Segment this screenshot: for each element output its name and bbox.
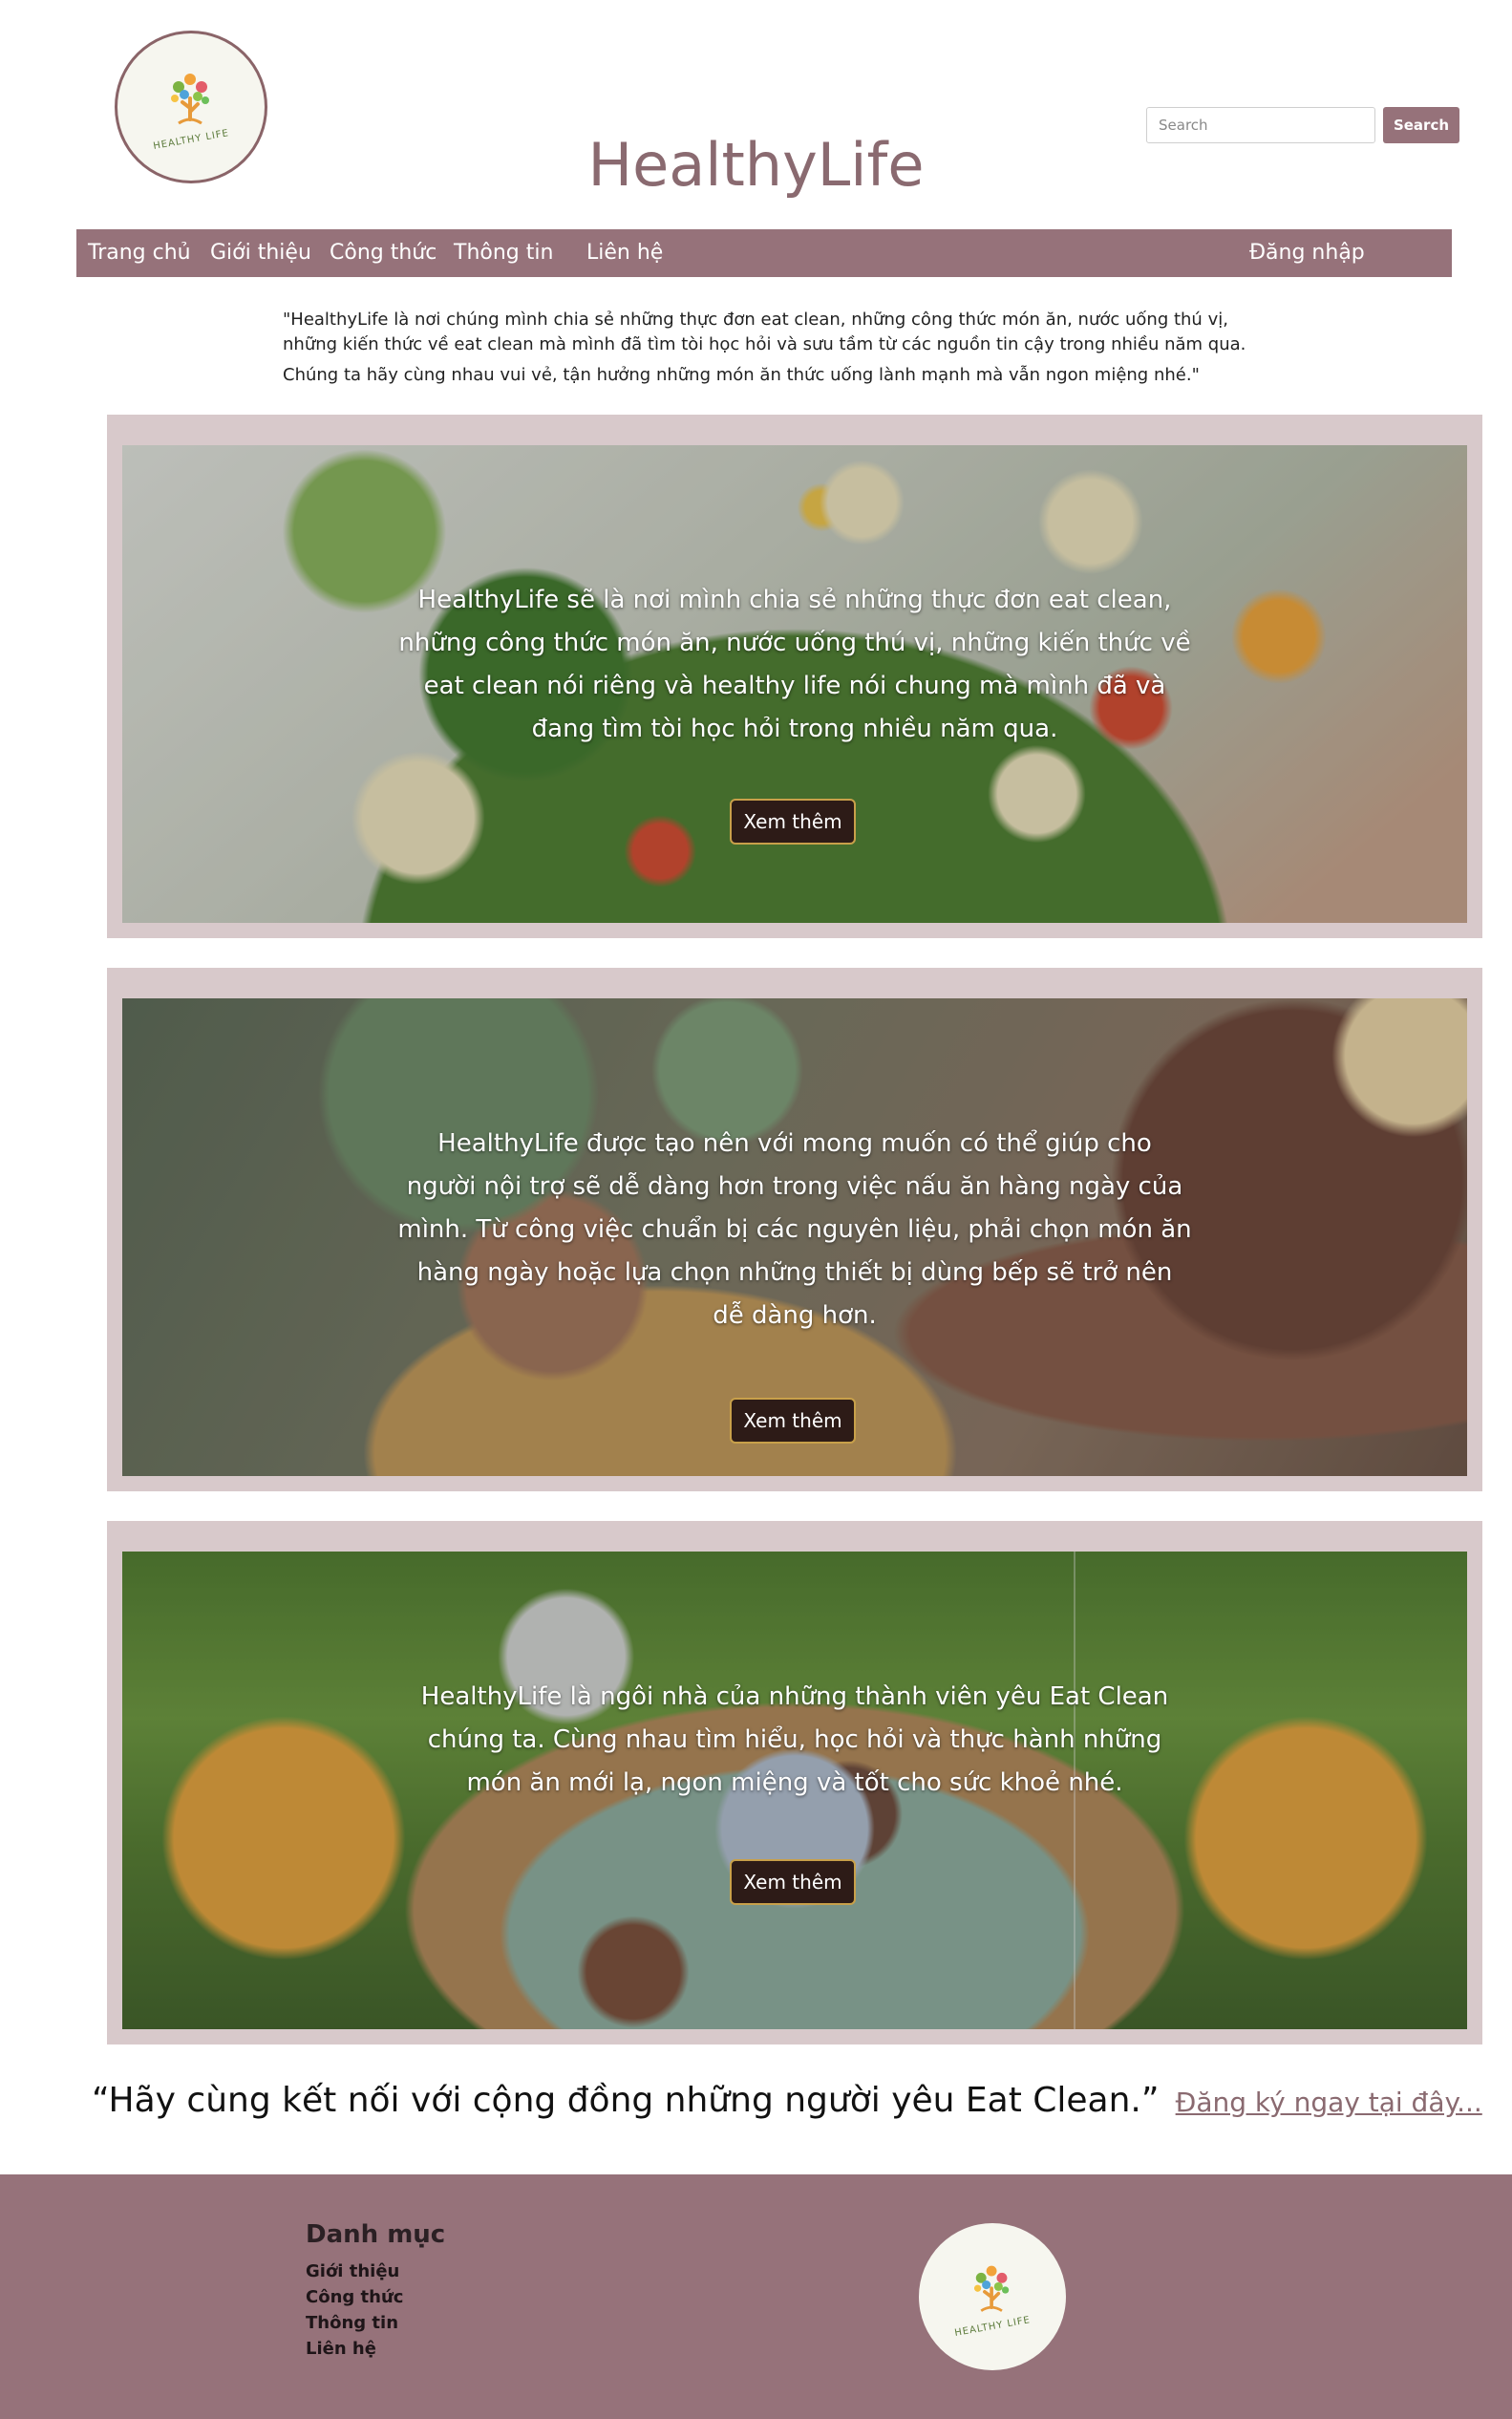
feature-card-3: HealthyLife là ngôi nhà của những thành … — [107, 1521, 1482, 2044]
footer-logo-text: HEALTHY LIFE — [953, 2314, 1032, 2339]
card-3-text: HealthyLife là ngôi nhà của những thành … — [122, 1676, 1467, 1805]
salad-photo-panel: HealthyLife sẽ là nơi mình chia sẻ những… — [122, 445, 1467, 923]
card-text-line: món ăn mới lạ, ngon miệng và tốt cho sức… — [466, 1768, 1123, 1797]
card-text-line: HealthyLife sẽ là nơi mình chia sẻ những… — [417, 586, 1172, 614]
card-text-line: hàng ngày hoặc lựa chọn những thiết bị d… — [416, 1258, 1173, 1287]
feature-card-2: HealthyLife được tạo nên với mong muốn c… — [107, 968, 1482, 1491]
intro-line: "HealthyLife là nơi chúng mình chia sẻ n… — [283, 310, 1228, 330]
card-text-line: dễ dàng hơn. — [713, 1301, 877, 1330]
card-text-line: đang tìm tòi học hỏi trong nhiều năm qua… — [531, 715, 1058, 743]
card-text-line: eat clean nói riêng và healthy life nói … — [423, 672, 1166, 700]
footer-links: Giới thiệu Công thức Thông tin Liên hệ — [306, 2258, 403, 2362]
footer-link-info[interactable]: Thông tin — [306, 2310, 403, 2336]
footer-logo[interactable]: HEALTHY LIFE — [919, 2223, 1066, 2370]
nav-item-contact[interactable]: Liên hệ — [586, 229, 663, 277]
card-text-line: mình. Từ công việc chuẩn bị các nguyên l… — [397, 1215, 1192, 1244]
card-2-text: HealthyLife được tạo nên với mong muốn c… — [122, 1123, 1467, 1338]
intro-text: "HealthyLife là nơi chúng mình chia sẻ n… — [283, 308, 1257, 388]
footer-heading: Danh mục — [306, 2220, 446, 2249]
cta-quote: “Hãy cùng kết nối với cộng đồng những ng… — [92, 2081, 1160, 2120]
card-text-line: những công thức món ăn, nước uống thú vị… — [398, 629, 1191, 657]
card-1-more-button[interactable]: Xem thêm — [730, 799, 856, 845]
signup-link[interactable]: Đăng ký ngay tại đây... — [1176, 2087, 1482, 2118]
tree-logo-icon — [973, 2265, 1010, 2312]
intro-line: những kiến thức về eat clean mà mình đã … — [283, 334, 1246, 354]
intro-line: Chúng ta hãy cùng nhau vui vẻ, tận hưởng… — [283, 365, 1200, 385]
card-text-line: HealthyLife là ngôi nhà của những thành … — [420, 1682, 1169, 1711]
search-button[interactable]: Search — [1383, 107, 1459, 143]
card-text-line: HealthyLife được tạo nên với mong muốn c… — [437, 1129, 1152, 1158]
smoothie-photo-panel: HealthyLife được tạo nên với mong muốn c… — [122, 998, 1467, 1476]
tree-logo-icon — [171, 73, 209, 124]
card-1-text: HealthyLife sẽ là nơi mình chia sẻ những… — [122, 579, 1467, 751]
feature-card-1: HealthyLife sẽ là nơi mình chia sẻ những… — [107, 415, 1482, 938]
footer-link-contact[interactable]: Liên hệ — [306, 2336, 403, 2362]
nav-item-info[interactable]: Thông tin — [454, 229, 553, 277]
card-3-more-button[interactable]: Xem thêm — [730, 1859, 856, 1905]
card-2-more-button[interactable]: Xem thêm — [730, 1398, 856, 1444]
footer: Danh mục Giới thiệu Công thức Thông tin … — [0, 2174, 1512, 2419]
nav-login-link[interactable]: Đăng nhập — [1249, 229, 1365, 277]
footer-link-about[interactable]: Giới thiệu — [306, 2258, 403, 2284]
signup-cta: “Hãy cùng kết nối với cộng đồng những ng… — [92, 2081, 1482, 2120]
breakfast-photo-panel: HealthyLife là ngôi nhà của những thành … — [122, 1552, 1467, 2029]
nav-item-home[interactable]: Trang chủ — [88, 229, 191, 277]
nav-item-recipes[interactable]: Công thức — [330, 229, 437, 277]
card-text-line: chúng ta. Cùng nhau tìm hiểu, học hỏi và… — [427, 1725, 1162, 1754]
main-nav: Trang chủ Giới thiệu Công thức Thông tin… — [76, 229, 1452, 277]
footer-link-recipes[interactable]: Công thức — [306, 2284, 403, 2310]
search-input[interactable] — [1146, 107, 1375, 143]
card-text-line: người nội trợ sẽ dễ dàng hơn trong việc … — [406, 1172, 1183, 1201]
nav-item-about[interactable]: Giới thiệu — [210, 229, 311, 277]
